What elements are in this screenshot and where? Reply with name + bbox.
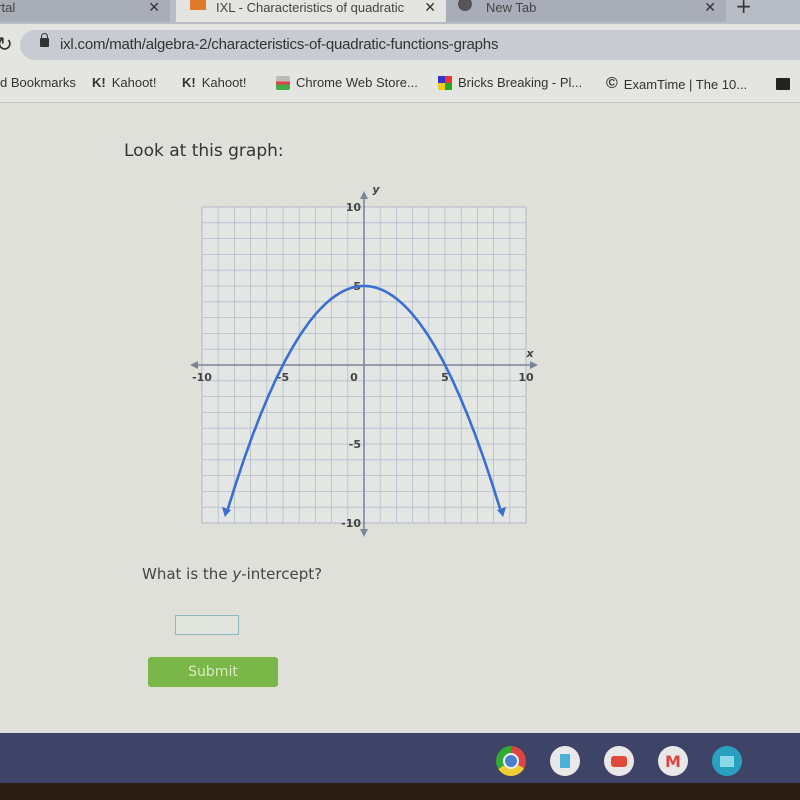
x-tick-label: -10 xyxy=(192,371,212,384)
tab-portal[interactable]: ortal ✕ xyxy=(0,0,170,22)
y-tick-label: 10 xyxy=(346,201,362,214)
bookmark-label: Chrome Web Store... xyxy=(296,75,418,90)
bookmark-label: Kahoot! xyxy=(111,75,157,90)
tab-title: New Tab xyxy=(486,0,537,15)
y-tick-label: -5 xyxy=(349,438,361,451)
bookmark-examtime[interactable]: © ExamTime | The 10... xyxy=(606,75,747,93)
screen-bezel xyxy=(0,783,800,800)
y-axis-arrow-up xyxy=(360,191,368,199)
tab-strip: ortal ✕ IXL - Characteristics of quadrat… xyxy=(0,0,800,24)
reload-icon[interactable]: ↻ xyxy=(0,32,13,56)
bookmark-kahoot-2[interactable]: K! Kahoot! xyxy=(182,75,247,90)
close-icon[interactable]: ✕ xyxy=(148,0,160,16)
folder-icon[interactable] xyxy=(776,78,790,90)
bookmarks-bar: d Bookmarks K! Kahoot! K! Kahoot! Chrome… xyxy=(0,66,800,103)
bookmark-chrome-web-store[interactable]: Chrome Web Store... xyxy=(276,75,418,90)
bookmark-kahoot-1[interactable]: K! Kahoot! xyxy=(92,75,157,90)
kahoot-icon: K! xyxy=(92,75,106,90)
lock-icon xyxy=(40,33,49,47)
tab-title: IXL - Characteristics of quadratic xyxy=(216,0,405,15)
bookmark-bricks-breaking[interactable]: Bricks Breaking - Pl... xyxy=(438,75,582,90)
gmail-icon[interactable]: M xyxy=(658,746,688,776)
close-icon[interactable]: ✕ xyxy=(704,0,716,16)
ixl-favicon xyxy=(190,0,206,10)
browser-toolbar: ↻ ixl.com/math/algebra-2/characteristics… xyxy=(0,24,800,66)
x-tick-label: 0 xyxy=(350,371,358,384)
x-axis-arrow-right xyxy=(530,361,538,369)
question-part: What is the xyxy=(142,565,233,583)
bookmark-all[interactable]: d Bookmarks xyxy=(0,75,76,90)
page-content: Look at this graph: -10 -5 0 5 10 10 5 -5 -10 x y … xyxy=(0,103,800,733)
kahoot-icon: K! xyxy=(182,75,196,90)
chrome-web-store-icon xyxy=(276,75,290,90)
url-text[interactable]: ixl.com/math/algebra-2/characteristics-o… xyxy=(60,36,498,53)
submit-button[interactable]: Submit xyxy=(148,657,278,687)
new-tab-button[interactable]: + xyxy=(735,0,752,18)
question-text: What is the y-intercept? xyxy=(142,565,322,583)
youtube-icon[interactable] xyxy=(604,746,634,776)
answer-input[interactable] xyxy=(175,615,239,635)
quadratic-graph: -10 -5 0 5 10105-5-10xy xyxy=(190,185,538,537)
tab-new-tab[interactable]: New Tab ✕ xyxy=(446,0,726,22)
tab-title: ortal xyxy=(0,0,16,15)
bookmark-label: Bricks Breaking - Pl... xyxy=(458,75,583,90)
y-axis-label: y xyxy=(372,185,380,196)
chrome-icon xyxy=(458,0,472,11)
bookmark-label: d Bookmarks xyxy=(0,75,76,90)
docs-icon[interactable] xyxy=(550,746,580,776)
files-icon[interactable] xyxy=(712,746,742,776)
question-prompt: Look at this graph: xyxy=(124,141,284,161)
x-tick-label: 10 xyxy=(518,371,534,384)
bookmark-label: Kahoot! xyxy=(201,75,247,90)
examtime-icon: © xyxy=(606,75,618,92)
tab-ixl[interactable]: IXL - Characteristics of quadratic ✕ xyxy=(176,0,446,22)
x-axis-arrow-left xyxy=(190,361,198,369)
close-icon[interactable]: ✕ xyxy=(424,0,436,16)
x-axis-label: x xyxy=(525,347,534,360)
y-axis-arrow-down xyxy=(360,529,368,537)
y-tick-label: -10 xyxy=(341,517,361,530)
bricks-icon xyxy=(438,75,452,90)
chrome-icon[interactable] xyxy=(496,746,526,776)
question-variable: y xyxy=(232,565,242,583)
bookmark-label: ExamTime | The 10... xyxy=(623,76,748,92)
question-part: -intercept? xyxy=(241,565,323,583)
